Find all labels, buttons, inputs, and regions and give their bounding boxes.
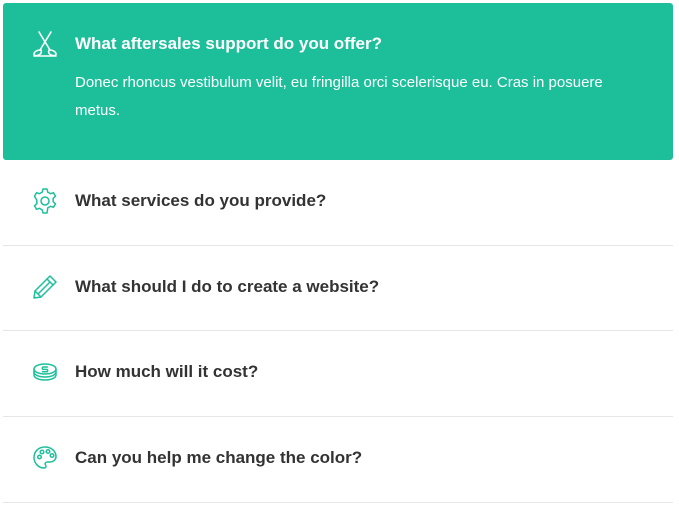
palette-icon [31, 444, 59, 472]
faq-item-aftersales-support[interactable]: What aftersales support do you offer? Do… [3, 3, 673, 160]
faq-item-cost[interactable]: How much will it cost? [3, 331, 673, 417]
faq-item-services[interactable]: What services do you provide? [3, 160, 673, 246]
faq-item-change-color[interactable]: Can you help me change the color? [3, 417, 673, 503]
faq-question[interactable]: What should I do to create a website? [75, 277, 653, 297]
faq-question[interactable]: How much will it cost? [75, 362, 653, 382]
faq-question[interactable]: Can you help me change the color? [75, 448, 653, 468]
faq-accordion: What aftersales support do you offer? Do… [0, 0, 679, 508]
faq-item-create-website[interactable]: What should I do to create a website? [3, 246, 673, 331]
faq-question[interactable]: What services do you provide? [75, 191, 653, 211]
gear-icon [31, 187, 59, 215]
scissors-icon [31, 30, 59, 58]
coin-stack-icon [31, 358, 59, 386]
faq-question[interactable]: What aftersales support do you offer? [75, 34, 653, 54]
pencil-icon [31, 273, 59, 301]
faq-answer: Donec rhoncus vestibulum velit, eu fring… [75, 74, 603, 119]
